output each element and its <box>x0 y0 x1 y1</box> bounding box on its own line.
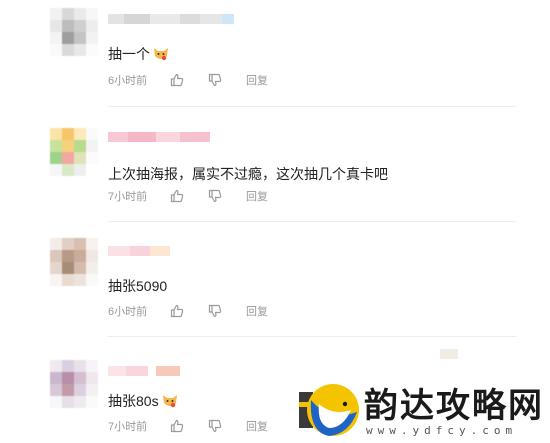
reply-button[interactable]: 回复 <box>246 188 268 204</box>
comment-text-content: 抽张80s <box>108 393 159 409</box>
comment-text-content: 抽一个 <box>108 46 150 62</box>
thumbs-up-icon[interactable] <box>170 73 184 87</box>
site-name: 韵达攻略网 <box>364 386 544 426</box>
comment-text-content: 上次抽海报，属实不过瘾，这次抽几个真卡吧 <box>108 166 388 182</box>
cat-face-emoji <box>161 392 179 410</box>
comment-time: 6小时前 <box>108 75 148 87</box>
reply-button[interactable]: 回复 <box>246 72 268 88</box>
comment-text: 抽一个 <box>108 44 170 64</box>
comment-time: 7小时前 <box>108 421 148 433</box>
reply-button[interactable]: 回复 <box>246 418 268 434</box>
divider <box>108 221 516 222</box>
moon-bird-logo <box>299 382 361 438</box>
avatar[interactable] <box>50 360 98 408</box>
avatar[interactable] <box>50 8 98 56</box>
comment-meta: 7小时前 回复 <box>108 189 268 203</box>
divider <box>108 106 516 107</box>
comment-text: 抽张5090 <box>108 276 167 296</box>
divider <box>108 336 516 337</box>
username-blurred[interactable] <box>108 132 210 142</box>
avatar[interactable] <box>50 128 98 176</box>
comment-meta: 6小时前 回复 <box>108 304 268 318</box>
comment-text: 抽张80s <box>108 391 179 411</box>
username-blurred[interactable] <box>108 366 180 376</box>
site-url: www.ydfcy.com <box>366 424 518 437</box>
username-blurred[interactable] <box>108 246 170 256</box>
thumbs-up-icon[interactable] <box>170 304 184 318</box>
comment-meta: 7小时前 回复 <box>108 419 268 433</box>
cat-face-emoji <box>152 45 170 63</box>
comment-text-content: 抽张5090 <box>108 278 168 294</box>
avatar[interactable] <box>50 238 98 286</box>
thumbs-down-icon[interactable] <box>208 419 222 433</box>
thumbs-down-icon[interactable] <box>208 189 222 203</box>
thumbs-up-icon[interactable] <box>170 189 184 203</box>
comment-meta: 6小时前 回复 <box>108 73 268 87</box>
thumbs-down-icon[interactable] <box>208 73 222 87</box>
comment-time: 6小时前 <box>108 306 148 318</box>
username-blurred[interactable] <box>108 14 234 24</box>
comment-text: 上次抽海报，属实不过瘾，这次抽几个真卡吧 <box>108 164 388 184</box>
blurred-fragment <box>440 349 458 359</box>
thumbs-up-icon[interactable] <box>170 419 184 433</box>
reply-button[interactable]: 回复 <box>246 303 268 319</box>
thumbs-down-icon[interactable] <box>208 304 222 318</box>
comment-time: 7小时前 <box>108 191 148 203</box>
